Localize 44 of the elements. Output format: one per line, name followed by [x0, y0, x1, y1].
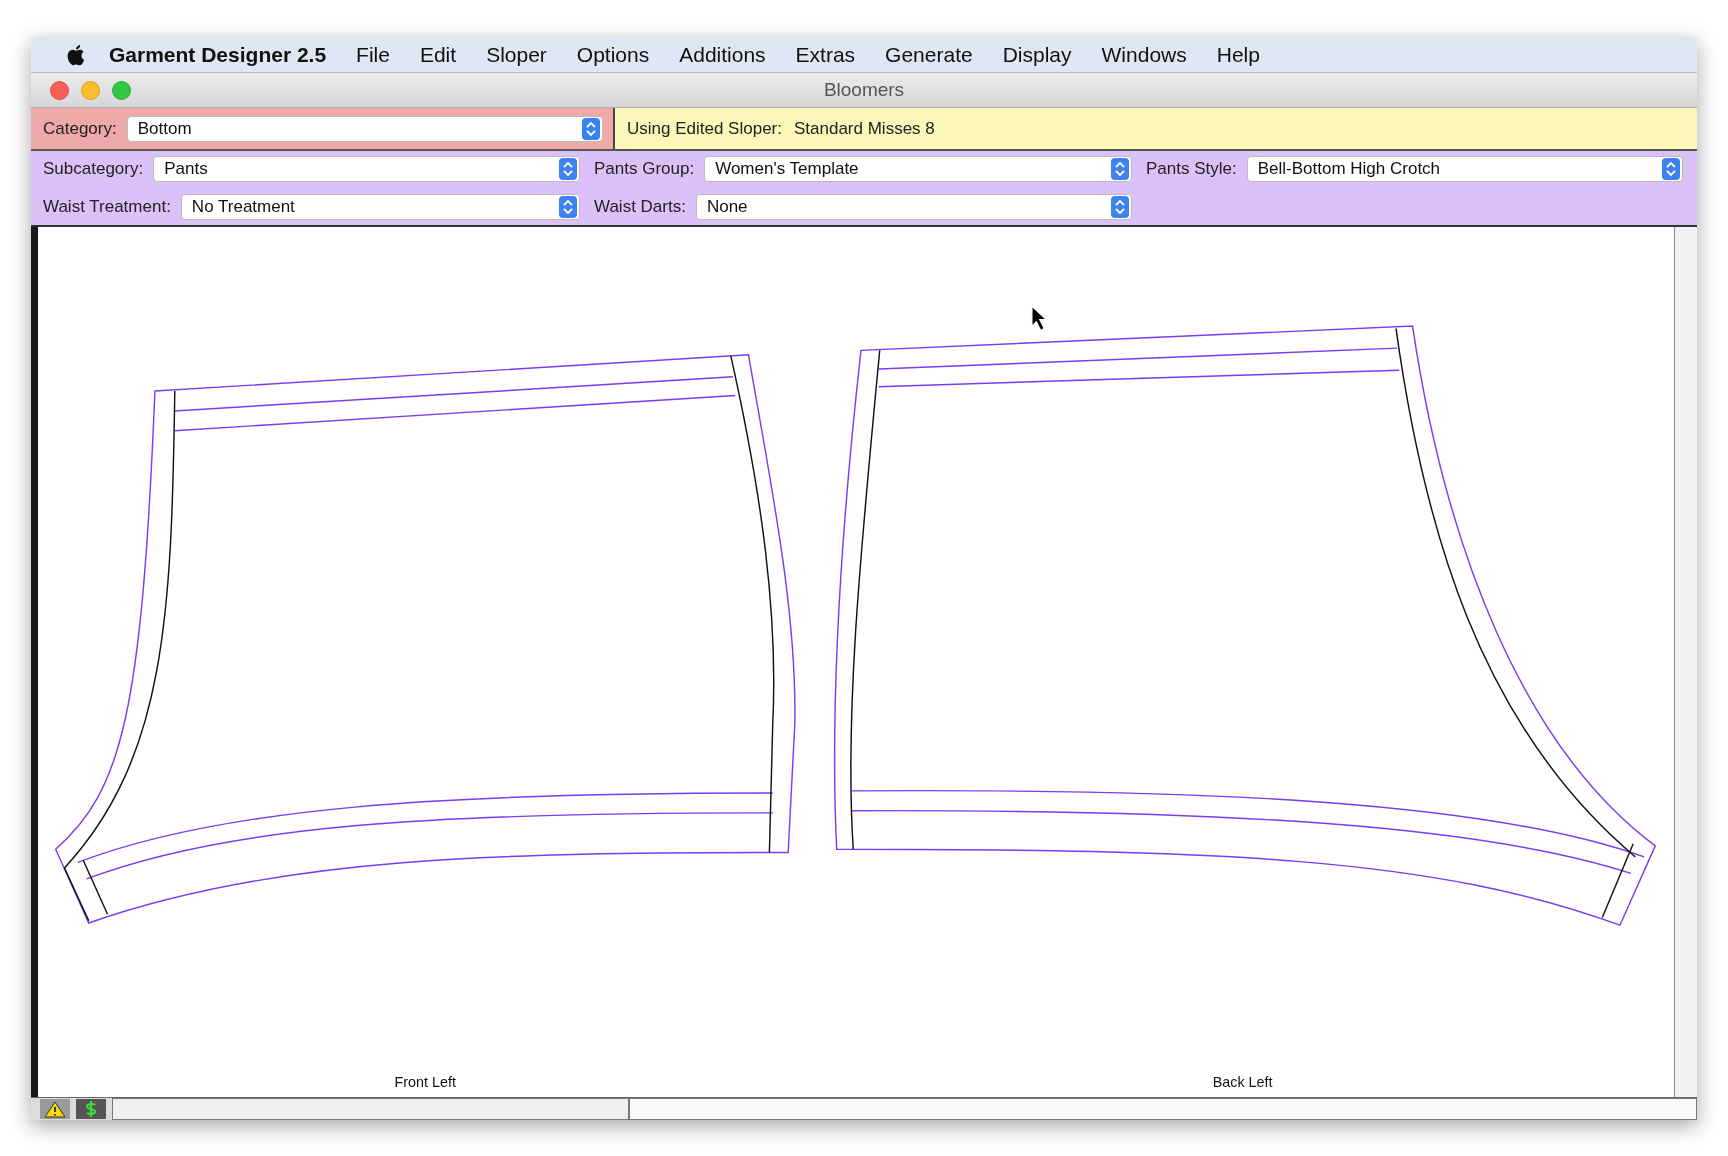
close-button[interactable] [50, 80, 69, 100]
stepper-icon [1662, 158, 1680, 180]
option-dropdown[interactable]: None [695, 194, 1132, 220]
apple-logo-icon[interactable] [65, 42, 85, 67]
sloper-label: Using Edited Sloper: [627, 118, 782, 139]
category-dropdown[interactable]: Bottom [126, 115, 603, 142]
option-label: Pants Group: [594, 159, 695, 179]
pattern-piece-drawing[interactable] [54, 354, 796, 924]
zoom-button[interactable] [112, 80, 131, 100]
menu-item[interactable]: File [356, 42, 390, 67]
option-dropdown[interactable]: Pants [153, 156, 580, 182]
menu-item[interactable]: Options [576, 42, 650, 67]
window-title: Bloomers [823, 79, 905, 101]
option-label: Subcategory: [43, 159, 144, 179]
menu-item[interactable]: Generate [885, 42, 973, 67]
stepper-icon [559, 196, 577, 218]
minimize-button[interactable] [81, 80, 100, 100]
stepper-icon [559, 158, 577, 180]
menu-item[interactable]: Help [1216, 42, 1260, 67]
menu-item[interactable]: Extras [795, 42, 856, 67]
dollar-icon[interactable] [76, 1099, 106, 1119]
stepper-icon [1111, 196, 1129, 218]
app-name[interactable]: Garment Designer 2.5 [109, 42, 327, 67]
stepper-icon [1111, 158, 1129, 180]
category-label: Category: [43, 118, 117, 139]
option-label: Pants Style: [1146, 159, 1237, 179]
scroll-bar[interactable] [1674, 227, 1697, 1097]
menu-item[interactable]: Additions [679, 42, 766, 67]
menu-item[interactable]: Sloper [486, 42, 547, 67]
option-label: Waist Treatment: [43, 197, 171, 217]
menu-item[interactable]: Edit [419, 42, 457, 67]
option-label: Waist Darts: [594, 197, 686, 217]
piece-label: Front Left [394, 1074, 456, 1091]
option-dropdown[interactable]: Bell-Bottom High Crotch [1246, 156, 1683, 182]
piece-label: Back Left [1212, 1074, 1273, 1091]
cursor-icon [1031, 305, 1048, 332]
stepper-icon [582, 117, 600, 140]
pattern-piece-drawing[interactable] [833, 325, 1656, 926]
menu-item[interactable]: Windows [1101, 42, 1187, 67]
menu-item[interactable]: Display [1002, 42, 1072, 67]
sloper-value: Standard Misses 8 [794, 118, 935, 139]
warning-icon[interactable] [40, 1099, 70, 1119]
option-dropdown[interactable]: Women's Template [704, 156, 1132, 182]
option-dropdown[interactable]: No Treatment [180, 194, 580, 220]
